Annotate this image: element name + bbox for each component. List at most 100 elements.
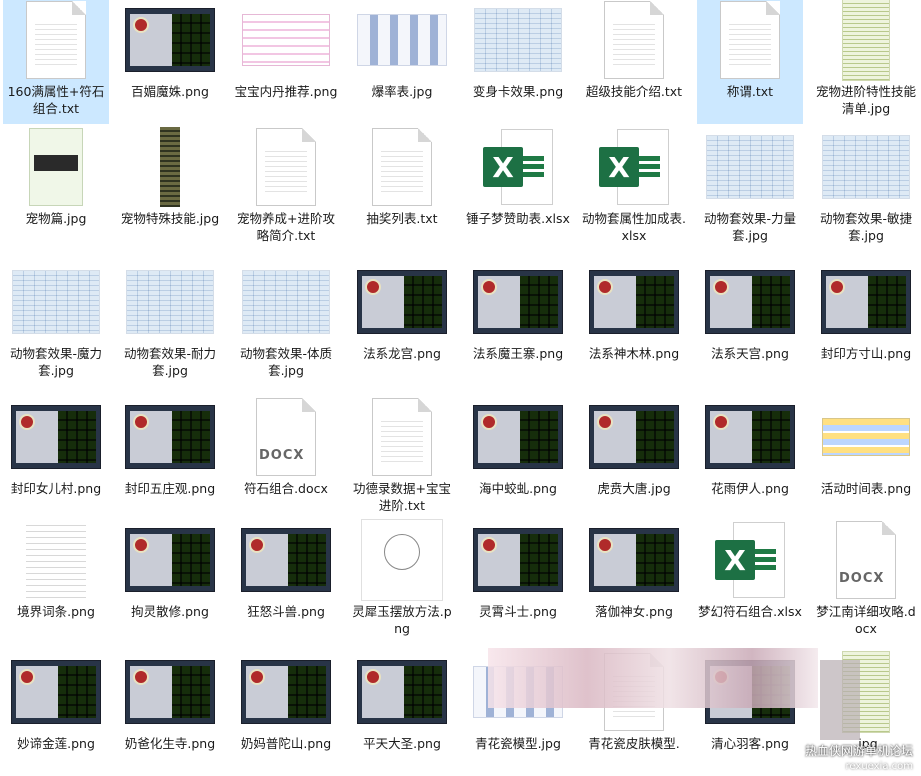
file-name: 境界词条.png xyxy=(17,604,95,619)
game-screenshot-thumbnail xyxy=(589,528,679,592)
file-name: 宠物篇.jpg xyxy=(25,211,87,226)
file-name: 宠物特殊技能.jpg xyxy=(120,211,220,226)
file-item[interactable]: 奶妈普陀山.png xyxy=(233,652,339,776)
file-item[interactable]: X 动物套属性加成表.xlsx xyxy=(581,127,687,251)
file-thumbnail xyxy=(705,127,795,207)
file-item[interactable]: 功德录数据+宝宝进阶.txt xyxy=(349,397,455,521)
list-image-thumbnail xyxy=(842,0,890,81)
file-name: 活动时间表.png xyxy=(820,481,912,496)
file-name: 封印五庄观.png xyxy=(124,481,216,496)
file-item[interactable]: 宠物进阶特性技能清单.jpg xyxy=(813,0,919,124)
file-item[interactable]: 狂怒斗兽.png xyxy=(233,520,339,644)
file-item[interactable]: 虎贲大唐.jpg xyxy=(581,397,687,521)
file-thumbnail xyxy=(241,127,331,207)
file-name: 超级技能介绍.txt xyxy=(585,84,683,99)
file-item[interactable]: 灵犀玉摆放方法.png xyxy=(349,519,455,644)
table-image-thumbnail xyxy=(242,270,330,334)
file-item[interactable]: X 锤子梦赞助表.xlsx xyxy=(465,127,571,251)
file-item[interactable]: 动物套效果-敏捷套.jpg xyxy=(813,127,919,251)
file-thumbnail xyxy=(241,262,331,342)
file-item[interactable]: 法系魔王寨.png xyxy=(465,262,571,386)
file-name: 法系神木林.png xyxy=(588,346,680,361)
file-name: 抽奖列表.txt xyxy=(366,211,438,226)
file-item[interactable]: 法系神木林.png xyxy=(581,262,687,386)
file-item[interactable]: 封印女儿村.png xyxy=(3,397,109,521)
watermark-text: 热血侠网游单机论坛 xyxy=(804,744,913,758)
file-item[interactable]: 160满属性+符石组合.txt xyxy=(3,0,109,124)
file-item[interactable]: 宠物特殊技能.jpg xyxy=(117,127,223,251)
text-document-icon xyxy=(256,128,316,206)
file-thumbnail xyxy=(821,127,911,207)
file-item[interactable]: 超级技能介绍.txt xyxy=(581,0,687,124)
file-name: 百媚魔姝.png xyxy=(131,84,209,99)
file-item[interactable]: 抽奖列表.txt xyxy=(349,127,455,251)
file-item[interactable]: 动物套效果-魔力套.jpg xyxy=(3,262,109,386)
file-thumbnail xyxy=(125,0,215,80)
file-item[interactable]: 法系天宫.png xyxy=(697,262,803,386)
file-name: 妙谛金莲.png xyxy=(17,736,95,751)
table-image-thumbnail xyxy=(126,270,214,334)
game-screenshot-thumbnail xyxy=(473,270,563,334)
file-item[interactable]: 平天大圣.png xyxy=(349,652,455,776)
file-item[interactable]: 活动时间表.png xyxy=(813,397,919,521)
file-item[interactable]: 宠物篇.jpg xyxy=(3,127,109,251)
file-item[interactable]: 封印五庄观.png xyxy=(117,397,223,521)
game-screenshot-thumbnail xyxy=(241,528,331,592)
file-item[interactable]: X 梦幻符石组合.xlsx xyxy=(697,520,803,644)
file-item[interactable]: 拘灵散修.png xyxy=(117,520,223,644)
file-item[interactable]: 动物套效果-体质套.jpg xyxy=(233,262,339,386)
file-name: 法系天宫.png xyxy=(711,346,789,361)
excel-icon: X xyxy=(483,129,553,205)
file-item[interactable]: 动物套效果-耐力套.jpg xyxy=(117,262,223,386)
file-item[interactable]: 百媚魔姝.png xyxy=(117,0,223,124)
file-thumbnail xyxy=(705,0,795,80)
file-name: 动物套效果-力量套.jpg xyxy=(703,211,796,243)
file-item[interactable]: 封印方寸山.png xyxy=(813,262,919,386)
file-item[interactable]: 奶爸化生寺.png xyxy=(117,652,223,776)
file-thumbnail: X xyxy=(473,127,563,207)
file-thumbnail: DOCX xyxy=(241,397,331,477)
file-name: 奶爸化生寺.png xyxy=(124,736,216,751)
file-item[interactable]: 动物套效果-力量套.jpg xyxy=(697,127,803,251)
file-item[interactable]: 变身卡效果.png xyxy=(465,0,571,124)
file-thumbnail xyxy=(357,397,447,477)
file-item[interactable]: 宠物养成+进阶攻略简介.txt xyxy=(233,127,339,251)
file-item[interactable]: 妙谛金莲.png xyxy=(3,652,109,776)
file-thumbnail xyxy=(589,262,679,342)
file-item[interactable]: 境界词条.png xyxy=(3,520,109,644)
game-screenshot-thumbnail xyxy=(705,405,795,469)
watermark-url: rexuexia.com xyxy=(845,761,913,772)
game-screenshot-thumbnail xyxy=(241,660,331,724)
file-thumbnail xyxy=(473,520,563,600)
file-thumbnail xyxy=(125,262,215,342)
file-item[interactable]: 法系龙宫.png xyxy=(349,262,455,386)
text-document-icon xyxy=(604,1,664,79)
file-name: 封印方寸山.png xyxy=(820,346,912,361)
table-image-thumbnail xyxy=(12,270,100,334)
file-item[interactable]: 称谓.txt xyxy=(697,0,803,124)
text-document-icon xyxy=(372,398,432,476)
file-name: 奶妈普陀山.png xyxy=(240,736,332,751)
word-document-icon: DOCX xyxy=(256,398,316,476)
file-item[interactable]: 爆率表.jpg xyxy=(349,0,455,124)
file-thumbnail xyxy=(125,652,215,732)
file-item[interactable]: 灵霄斗士.png xyxy=(465,520,571,644)
file-thumbnail xyxy=(705,397,795,477)
excel-icon: X xyxy=(715,522,785,598)
file-item[interactable]: DOCX 符石组合.docx xyxy=(233,397,339,521)
pet-guide-thumbnail xyxy=(29,128,83,206)
text-document-icon xyxy=(372,128,432,206)
text-list-thumbnail xyxy=(26,520,86,600)
file-item[interactable]: DOCX 梦江南详细攻略.docx xyxy=(813,520,919,644)
file-item[interactable]: 落伽神女.png xyxy=(581,520,687,644)
file-thumbnail xyxy=(589,0,679,80)
file-thumbnail xyxy=(473,0,563,80)
game-screenshot-thumbnail xyxy=(125,8,215,72)
file-item[interactable]: 海中蛟虬.png xyxy=(465,397,571,521)
file-item[interactable]: 花雨伊人.png xyxy=(697,397,803,521)
file-thumbnail: X xyxy=(589,127,679,207)
game-screenshot-thumbnail xyxy=(821,270,911,334)
game-screenshot-thumbnail xyxy=(125,405,215,469)
file-item[interactable]: 宝宝内丹推荐.png xyxy=(233,0,339,124)
game-screenshot-thumbnail xyxy=(473,528,563,592)
